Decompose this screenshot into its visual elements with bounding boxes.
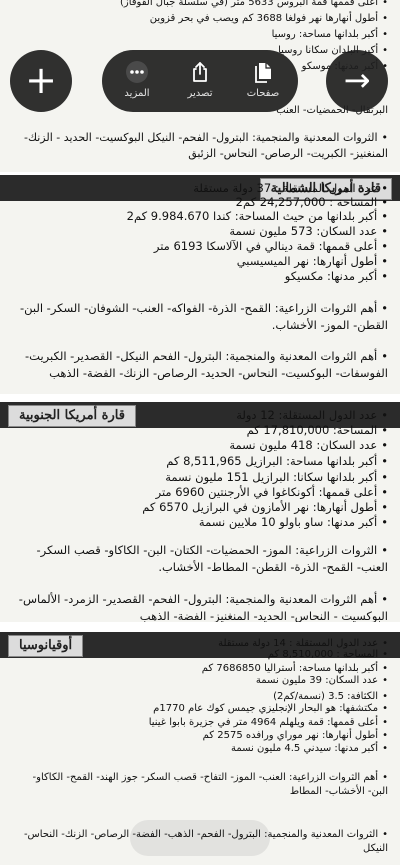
oc-line: أعلى قممها: قمة ويلهلم 4964 متر في جزيرة… — [12, 717, 388, 728]
oc-line: مكتشفها: هو البحار الإنجليزي جيمس كوك عا… — [12, 703, 388, 714]
sa-line: عدد الدول المستقلة: 12 دولة — [236, 408, 388, 422]
europe-line: أكبر بلدانها مساحة: روسيا — [12, 29, 388, 40]
sa-line: أكبر بلدانها سكانا: البرازيل 151 مليون ن… — [12, 470, 388, 484]
na-line: المساحة : 24,257,000 كم2 — [168, 195, 388, 209]
watermark — [130, 820, 270, 856]
pages-label: صفحات — [246, 88, 280, 99]
na-minerals: أهم الثروات المعدنية والمنجمية: البترول-… — [16, 348, 388, 382]
na-line: أطول أنهارها: نهر الميسيسبي — [12, 254, 388, 268]
more-button[interactable]: المزيد — [106, 50, 168, 112]
sa-line: أطول أنهارها: نهر الأمازون في البرازيل 6… — [12, 500, 388, 514]
oceania-title: أوقيانوسيا — [8, 635, 84, 657]
next-button[interactable]: → — [326, 50, 388, 112]
na-line: عدد السكان: 573 مليون نسمة — [12, 224, 388, 238]
north-america-section: عدد الدول المستقلة : 37 دولة مستقلة المس… — [0, 181, 400, 400]
sa-line: أعلى قممها: أكونكاغوا في الأرجنتين 6960 … — [12, 485, 388, 499]
pages-button[interactable]: صفحات — [232, 50, 294, 112]
europe-minerals: الثروات المعدنية والمنجمية: البترول- الف… — [16, 130, 388, 162]
ellipsis-icon — [126, 61, 148, 83]
europe-line: أعلى قممها قمة البروس 5633 متر (في سلسلة… — [12, 0, 388, 8]
na-line: أعلى قممها: قمة دينالي في الآلاسكا 6193 … — [12, 239, 388, 253]
sa-agriculture: الثروات الزراعية: الموز- الحمضيات- الكتا… — [16, 542, 388, 576]
export-label: تصدير — [187, 88, 213, 99]
south-america-title: قارة أمريكا الجنوبية — [8, 405, 136, 427]
south-america-section: عدد الدول المستقلة: 12 دولة المساحة: 17,… — [0, 408, 400, 625]
oc-line: أطول أنهارها: نهر موراي ورافده 2575 كم — [12, 730, 388, 741]
na-agriculture: أهم الثروات الزراعية: القمح- الذرة- الفو… — [16, 300, 388, 334]
plus-icon: + — [25, 58, 57, 102]
oc-line: أكبر مدنها: سيدني 4.5 مليون نسمة — [12, 743, 388, 754]
sa-line: عدد السكان: 418 مليون نسمة — [12, 438, 388, 452]
toolbar-pill: المزيد تصدير صفحات — [102, 50, 298, 112]
na-line: أكبر بلدانها من حيث المساحة: كندا 9.984.… — [12, 209, 388, 223]
sa-line: المساحة: 17,810,000 كم — [238, 423, 388, 437]
oc-line: الكثافة: 3.5 (نسمة/كم2) — [12, 691, 388, 702]
pages-icon — [255, 63, 271, 83]
oc-line: المساحة : 8,510,000 كم — [168, 649, 388, 660]
sa-line: أكبر بلدانها مساحة: البرازيل 8,511,965 ك… — [12, 454, 388, 468]
oc-line: أكبر بلدانها مساحة: أستراليا 7686850 كم — [12, 663, 388, 674]
na-line: عدد الدول المستقلة : 37 دولة مستقلة — [168, 181, 388, 195]
more-label: المزيد — [124, 88, 150, 99]
na-line: أكبر مدنها: مكسيكو — [12, 269, 388, 283]
europe-line: أطول أنهارها نهر فولغا 3688 كم ويصب في ب… — [12, 13, 388, 24]
sa-minerals: أهم الثروات المعدنية والمنجمية: البترول-… — [16, 591, 388, 625]
sa-line: أكبر مدنها: ساو باولو 10 ملايين نسمة — [12, 515, 388, 529]
share-icon — [193, 62, 207, 82]
export-button[interactable]: تصدير — [169, 50, 231, 112]
add-button[interactable]: + — [10, 50, 72, 112]
oc-line: عدد السكان: 39 مليون نسمة — [12, 675, 388, 686]
arrow-right-icon: → — [343, 61, 371, 99]
oc-line: عدد الدول المستقلة : 14 دولة مستقلة — [168, 638, 388, 649]
oc-agriculture: أهم الثروات الزراعية: العنب- الموز- التف… — [16, 771, 388, 799]
document-page: أعلى قممها قمة البروس 5633 متر (في سلسلة… — [0, 0, 400, 865]
